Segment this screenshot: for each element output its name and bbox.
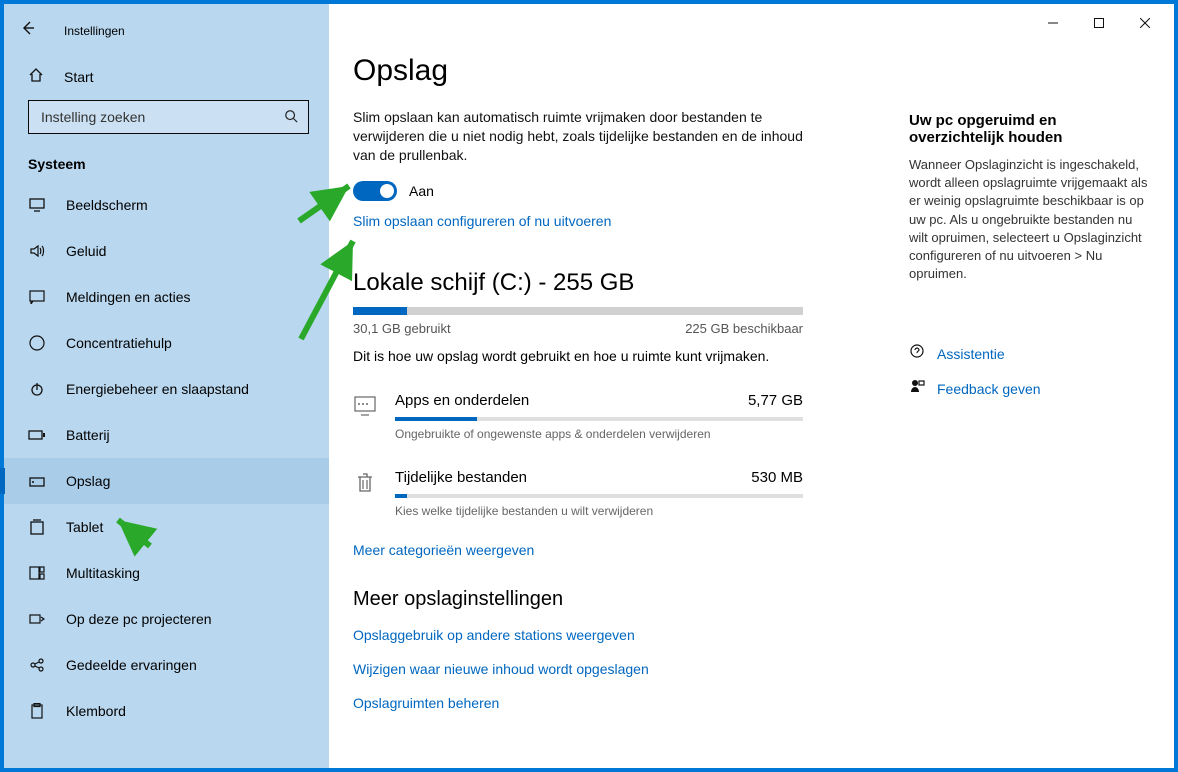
sidebar-home[interactable]: Start	[4, 53, 329, 100]
sidebar-item-tablet[interactable]: Tablet	[4, 504, 329, 550]
help-link-label: Feedback geven	[937, 381, 1041, 397]
sidebar-item-label: Op deze pc projecteren	[66, 611, 212, 627]
settings-link[interactable]: Opslagruimten beheren	[353, 695, 803, 711]
sidebar-nav: Beeldscherm Geluid Meldingen en acties Conc…	[4, 182, 329, 734]
storage-icon	[28, 472, 46, 490]
sidebar-item-op-deze-pc-projecteren[interactable]: Op deze pc projecteren	[4, 596, 329, 642]
sidebar-item-label: Geluid	[66, 243, 106, 259]
sidebar-group-title: Systeem	[4, 134, 329, 182]
sidebar-item-batterij[interactable]: Batterij	[4, 412, 329, 458]
sidebar-item-gedeelde-ervaringen[interactable]: Gedeelde ervaringen	[4, 642, 329, 688]
right-title: Uw pc opgeruimd en overzichtelijk houden	[909, 112, 1149, 146]
content-area: Opslag Slim opslaan kan automatisch ruim…	[329, 4, 1174, 768]
assist-icon	[909, 343, 925, 364]
help-links: Assistentie Feedback geven	[909, 343, 1149, 399]
category-hint: Ongebruikte of ongewenste apps & onderde…	[395, 427, 803, 441]
sound-icon	[28, 242, 46, 260]
titlebar: Instellingen	[4, 12, 329, 53]
sidebar-item-label: Meldingen en acties	[66, 289, 191, 305]
search-input[interactable]	[39, 108, 284, 126]
settings-link[interactable]: Opslaggebruik op andere stations weergev…	[353, 627, 803, 643]
trash-icon	[353, 471, 377, 495]
notifications-icon	[28, 288, 46, 306]
sidebar-item-label: Concentratiehulp	[66, 335, 172, 351]
sidebar-item-opslag[interactable]: Opslag	[4, 458, 329, 504]
sidebar-home-label: Start	[64, 69, 94, 85]
maximize-button[interactable]	[1076, 8, 1122, 38]
app-title: Instellingen	[64, 24, 125, 38]
sidebar-item-multitasking[interactable]: Multitasking	[4, 550, 329, 596]
arrow-left-icon	[20, 20, 36, 36]
display-icon	[28, 196, 46, 214]
search-icon	[284, 109, 298, 126]
sidebar-item-meldingen-en-acties[interactable]: Meldingen en acties	[4, 274, 329, 320]
clipboard-icon	[28, 702, 46, 720]
disk-description: Dit is hoe uw opslag wordt gebruikt en h…	[353, 348, 803, 364]
close-button[interactable]	[1122, 8, 1168, 38]
right-column: Uw pc opgeruimd en overzichtelijk houden…	[909, 112, 1149, 413]
disk-usage-bar	[353, 307, 803, 315]
settings-link[interactable]: Wijzigen waar nieuwe inhoud wordt opgesl…	[353, 661, 803, 677]
storage-category[interactable]: Apps en onderdelen 5,77 GB Ongebruikte of …	[353, 384, 803, 461]
sidebar-item-label: Energiebeheer en slaapstand	[66, 381, 249, 397]
help-link-row[interactable]: Feedback geven	[909, 378, 1149, 399]
sidebar-item-beeldscherm[interactable]: Beeldscherm	[4, 182, 329, 228]
storage-sense-description: Slim opslaan kan automatisch ruimte vrij…	[353, 108, 803, 165]
disk-free-label: 225 GB beschikbaar	[685, 321, 803, 336]
sidebar-item-label: Tablet	[66, 519, 103, 535]
sidebar-item-label: Multitasking	[66, 565, 140, 581]
sidebar-item-label: Beeldscherm	[66, 197, 148, 213]
project-icon	[28, 610, 46, 628]
battery-icon	[28, 426, 46, 444]
sidebar-item-concentratiehulp[interactable]: Concentratiehulp	[4, 320, 329, 366]
power-icon	[28, 380, 46, 398]
sidebar-item-energiebeheer-en-slaapstand[interactable]: Energiebeheer en slaapstand	[4, 366, 329, 412]
sidebar-item-label: Klembord	[66, 703, 126, 719]
toggle-state-label: Aan	[409, 183, 434, 199]
configure-storage-sense-link[interactable]: Slim opslaan configureren of nu uitvoere…	[353, 213, 803, 229]
minimize-button[interactable]	[1030, 8, 1076, 38]
main-column: Opslag Slim opslaan kan automatisch ruim…	[353, 54, 803, 729]
sidebar-item-label: Batterij	[66, 427, 110, 443]
category-name: Tijdelijke bestanden	[395, 469, 527, 486]
help-link-row[interactable]: Assistentie	[909, 343, 1149, 364]
storage-categories: Apps en onderdelen 5,77 GB Ongebruikte of …	[353, 384, 803, 538]
storage-sense-toggle[interactable]	[353, 181, 397, 201]
sidebar-item-klembord[interactable]: Klembord	[4, 688, 329, 734]
more-settings-links: Opslaggebruik op andere stations weergev…	[353, 627, 803, 711]
disk-used-label: 30,1 GB gebruikt	[353, 321, 451, 336]
home-icon	[28, 67, 46, 86]
category-name: Apps en onderdelen	[395, 392, 529, 409]
sidebar-item-geluid[interactable]: Geluid	[4, 228, 329, 274]
feedback-icon	[909, 378, 925, 399]
apps-icon	[353, 394, 377, 418]
tablet-icon	[28, 518, 46, 536]
more-categories-link[interactable]: Meer categorieën weergeven	[353, 542, 803, 558]
disk-title: Lokale schijf (C:) - 255 GB	[353, 269, 803, 297]
category-bar	[395, 417, 803, 421]
right-body: Wanneer Opslaginzicht is ingeschakeld, w…	[909, 156, 1149, 283]
sidebar-item-label: Gedeelde ervaringen	[66, 657, 197, 673]
back-button[interactable]	[16, 20, 40, 41]
category-bar	[395, 494, 803, 498]
sidebar-item-label: Opslag	[66, 473, 110, 489]
focus-assist-icon	[28, 334, 46, 352]
category-size: 5,77 GB	[748, 392, 803, 409]
storage-category[interactable]: Tijdelijke bestanden 530 MB Kies welke tij…	[353, 461, 803, 538]
page-title: Opslag	[353, 54, 803, 88]
multitasking-icon	[28, 564, 46, 582]
category-hint: Kies welke tijdelijke bestanden u wilt v…	[395, 504, 803, 518]
search-box[interactable]	[28, 100, 309, 134]
shared-icon	[28, 656, 46, 674]
help-link-label: Assistentie	[937, 346, 1005, 362]
more-settings-heading: Meer opslaginstellingen	[353, 588, 803, 611]
sidebar: Instellingen Start Systeem Beeldscherm Ge…	[4, 4, 329, 768]
category-size: 530 MB	[751, 469, 803, 486]
window-controls	[1030, 8, 1168, 38]
